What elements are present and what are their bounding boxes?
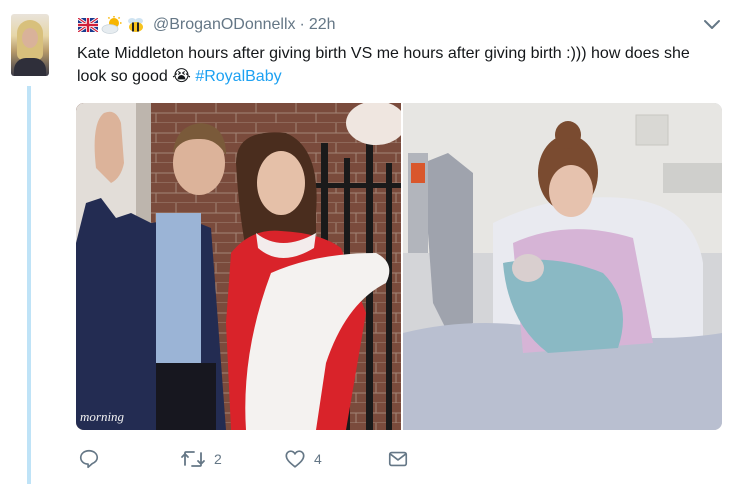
tweet-text: Kate Middleton hours after giving birth … bbox=[77, 42, 717, 88]
avatar[interactable] bbox=[11, 14, 49, 76]
reply-button[interactable] bbox=[78, 446, 108, 472]
tweet-actions: 2 4 bbox=[78, 446, 438, 472]
retweet-count: 2 bbox=[214, 451, 222, 467]
hashtag-link[interactable]: #RoyalBaby bbox=[195, 68, 281, 85]
retweet-button[interactable]: 2 bbox=[180, 446, 222, 472]
bee-icon bbox=[125, 15, 147, 35]
reply-icon bbox=[79, 449, 99, 469]
envelope-icon bbox=[388, 451, 408, 467]
media-photo-right[interactable] bbox=[403, 103, 722, 430]
sun-behind-cloud-icon bbox=[101, 15, 123, 35]
media-watermark: morning bbox=[80, 409, 125, 424]
retweet-icon bbox=[181, 451, 205, 467]
timestamp[interactable]: 22h bbox=[309, 16, 336, 34]
like-count: 4 bbox=[314, 451, 322, 467]
heart-icon bbox=[285, 450, 305, 468]
separator-dot: · bbox=[299, 16, 305, 33]
thread-line bbox=[27, 86, 31, 484]
direct-message-button[interactable] bbox=[387, 446, 409, 472]
tweet-body: Kate Middleton hours after giving birth … bbox=[77, 45, 690, 85]
tweet-media: morning bbox=[76, 103, 722, 430]
chevron-down-icon[interactable] bbox=[703, 18, 721, 32]
user-handle[interactable]: @BroganODonnellx bbox=[153, 16, 296, 34]
tweet-header: @BroganODonnellx · 22h bbox=[77, 14, 336, 36]
like-button[interactable]: 4 bbox=[284, 446, 322, 472]
uk-flag-icon bbox=[77, 15, 99, 35]
media-photo-left[interactable]: morning bbox=[76, 103, 401, 430]
